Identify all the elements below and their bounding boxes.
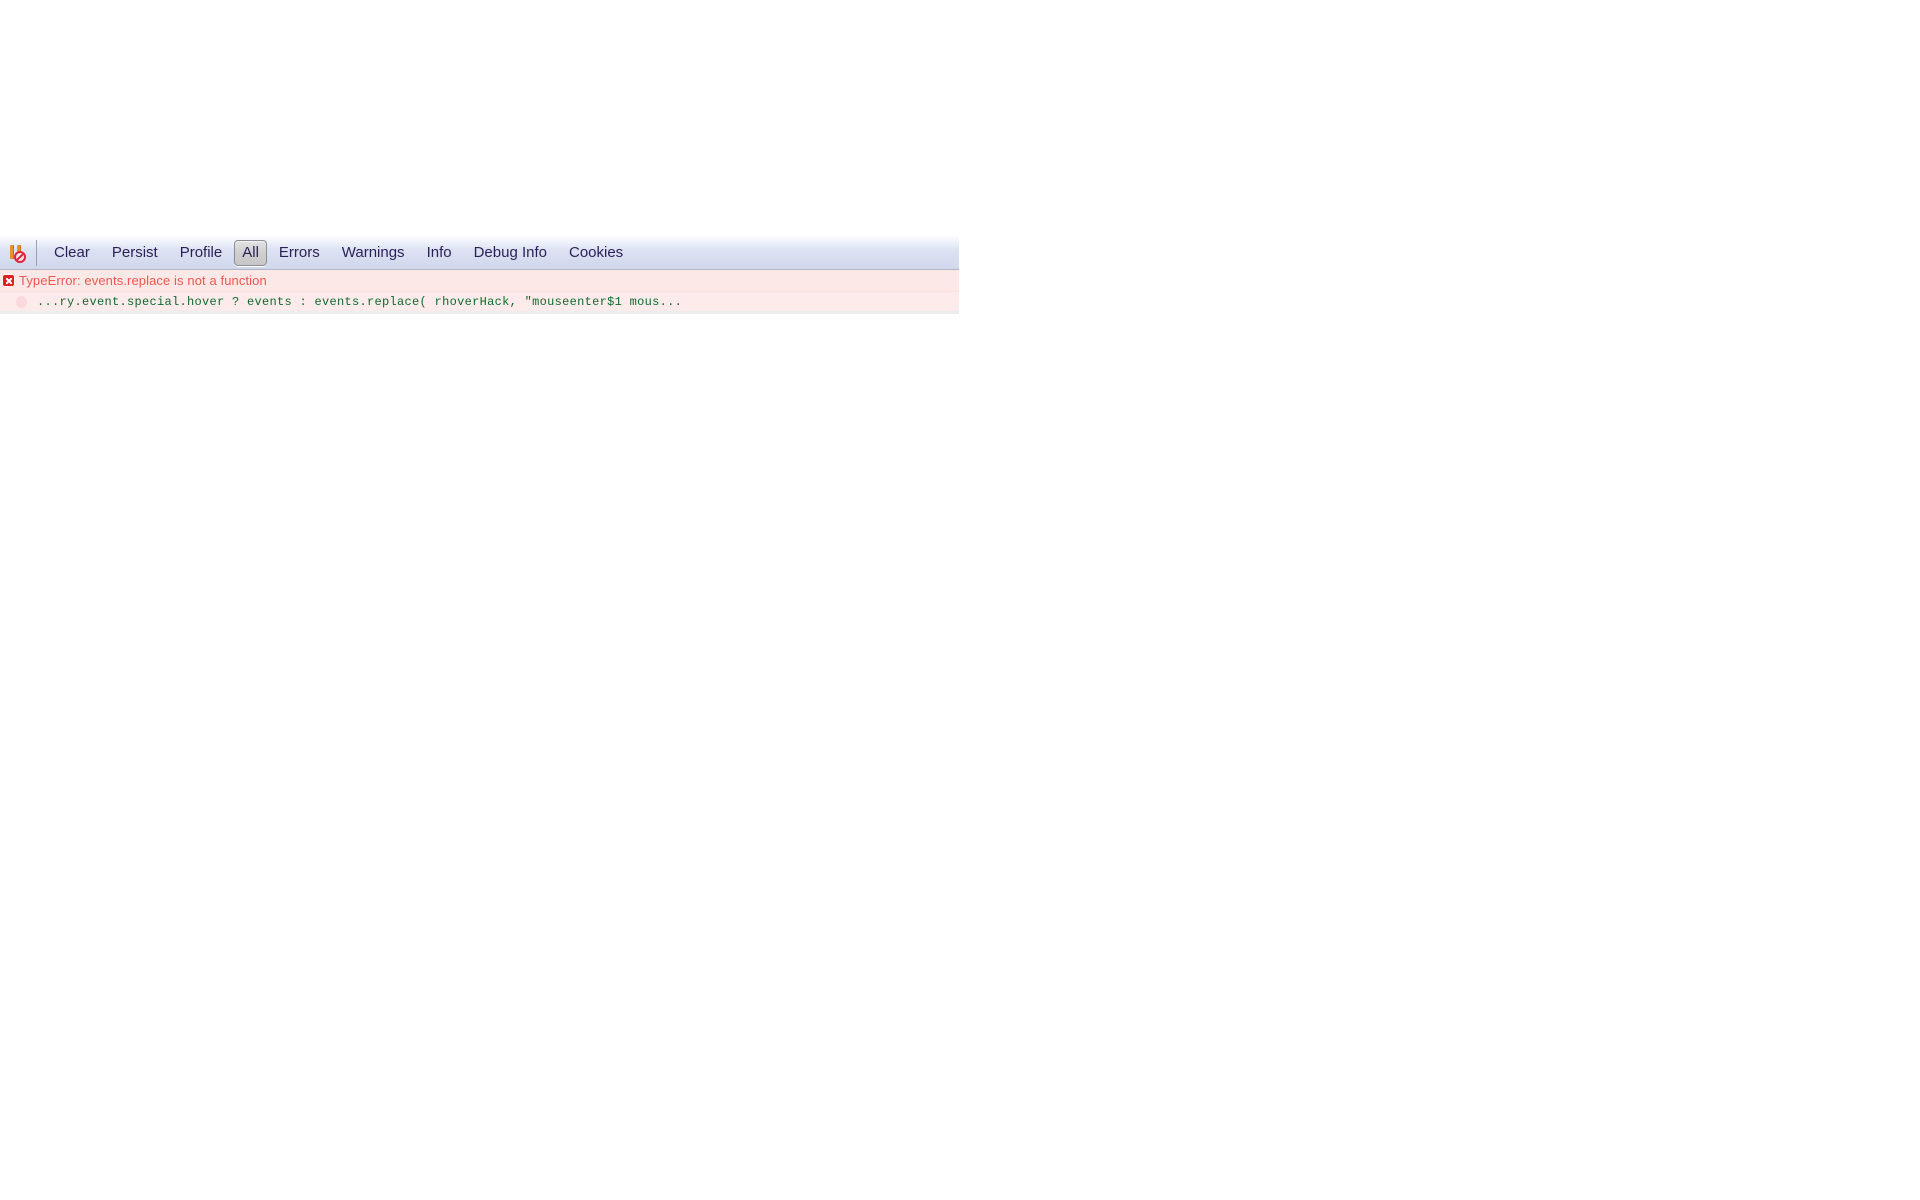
toolbar-separator: [36, 239, 37, 266]
toolbar-button-warnings[interactable]: Warnings: [332, 240, 415, 266]
console-source-code: ...ry.event.special.hover ? events : eve…: [37, 294, 683, 309]
toolbar-button-debug-info[interactable]: Debug Info: [464, 240, 557, 266]
console-source-row[interactable]: ...ry.event.special.hover ? events : eve…: [0, 292, 959, 314]
console-toolbar: Clear Persist Profile All Errors Warning…: [0, 236, 959, 270]
toolbar-button-clear[interactable]: Clear: [44, 240, 100, 266]
source-bullet-icon: [16, 295, 27, 308]
toolbar-button-all[interactable]: All: [234, 239, 267, 266]
toolbar-button-cookies[interactable]: Cookies: [559, 240, 633, 266]
console-error-row[interactable]: TypeError: events.replace is not a funct…: [0, 270, 959, 292]
toolbar-button-profile[interactable]: Profile: [170, 240, 233, 266]
error-icon: [2, 274, 15, 287]
console-status-icon[interactable]: [6, 242, 28, 264]
deny-badge-icon: [14, 250, 26, 263]
console-log-area: TypeError: events.replace is not a funct…: [0, 270, 959, 314]
firebug-console-panel: Clear Persist Profile All Errors Warning…: [0, 236, 959, 322]
toolbar-button-errors[interactable]: Errors: [269, 240, 330, 266]
toolbar-button-info[interactable]: Info: [417, 240, 462, 266]
toolbar-button-persist[interactable]: Persist: [102, 240, 168, 266]
console-error-message: TypeError: events.replace is not a funct…: [19, 272, 267, 288]
